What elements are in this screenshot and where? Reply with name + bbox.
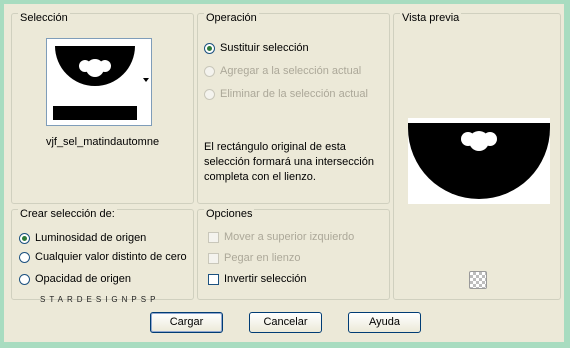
radio-remove-from-selection: Eliminar de la selección actual [204, 88, 368, 100]
radio-replace-selection[interactable]: Sustituir selección [204, 42, 309, 54]
cancel-button[interactable]: Cancelar [249, 312, 322, 333]
operation-group-title: Operación [204, 12, 259, 24]
preview-group: Vista previa [393, 12, 561, 300]
selection-name-label: vjf_sel_matindautomne [45, 136, 160, 148]
checkbox-label: Pegar en lienzo [224, 252, 301, 264]
checkbox-invert-selection[interactable]: Invertir selección [208, 273, 307, 285]
checkbox-label: Invertir selección [224, 273, 307, 285]
radio-label: Eliminar de la selección actual [220, 88, 368, 100]
checkbox-indicator [208, 252, 219, 264]
radio-add-to-selection: Agregar a la selección actual [204, 65, 361, 77]
checkbox-label: Mover a superior izquierdo [224, 231, 355, 243]
dropdown-arrow-icon[interactable] [143, 78, 149, 82]
selection-group-title: Selección [18, 12, 70, 24]
radio-indicator[interactable] [19, 232, 30, 244]
radio-indicator[interactable] [19, 251, 30, 263]
preview-group-title: Vista previa [400, 12, 462, 24]
radio-label: Luminosidad de origen [35, 232, 147, 244]
selection-thumbnail-picker[interactable] [46, 38, 152, 126]
help-button[interactable]: Ayuda [348, 312, 421, 333]
radio-any-nonzero[interactable]: Cualquier valor distinto de cero [19, 251, 187, 263]
radio-indicator[interactable] [19, 273, 30, 285]
radio-indicator[interactable] [204, 42, 215, 54]
operation-description: El rectángulo original de esta selección… [204, 141, 374, 183]
transparency-icon[interactable] [469, 271, 487, 289]
checkbox-indicator [208, 231, 219, 243]
preview-canvas [408, 118, 550, 204]
checkbox-paste-on-canvas: Pegar en lienzo [208, 252, 300, 264]
radio-label: Agregar a la selección actual [220, 65, 362, 77]
radio-indicator [204, 88, 215, 100]
radio-label: Cualquier valor distinto de cero [35, 251, 187, 263]
create-selection-group-title: Crear selección de: [18, 208, 117, 220]
checkbox-indicator[interactable] [208, 273, 219, 285]
radio-label: Sustituir selección [220, 42, 309, 54]
selection-thumbnail [53, 46, 137, 120]
options-group: Opciones Mover a superior izquierdo Pega… [197, 208, 390, 300]
radio-label: Opacidad de origen [35, 273, 132, 285]
create-selection-group: Crear selección de: Luminosidad de orige… [11, 208, 194, 300]
radio-indicator [204, 65, 215, 77]
watermark-text: STARDESIGNPSP [40, 295, 160, 304]
preview-image [408, 123, 550, 199]
selection-group: Selección vjf_sel_matindautomne [11, 12, 194, 204]
operation-group: Operación Sustituir selección Agregar a … [197, 12, 390, 204]
load-selection-dialog: Selección vjf_sel_matindautomne Operació… [4, 4, 564, 342]
checkbox-move-top-left: Mover a superior izquierdo [208, 231, 354, 243]
radio-source-opacity[interactable]: Opacidad de origen [19, 273, 131, 285]
load-button[interactable]: Cargar [150, 312, 223, 333]
radio-source-luminance[interactable]: Luminosidad de origen [19, 232, 146, 244]
options-group-title: Opciones [204, 208, 255, 220]
